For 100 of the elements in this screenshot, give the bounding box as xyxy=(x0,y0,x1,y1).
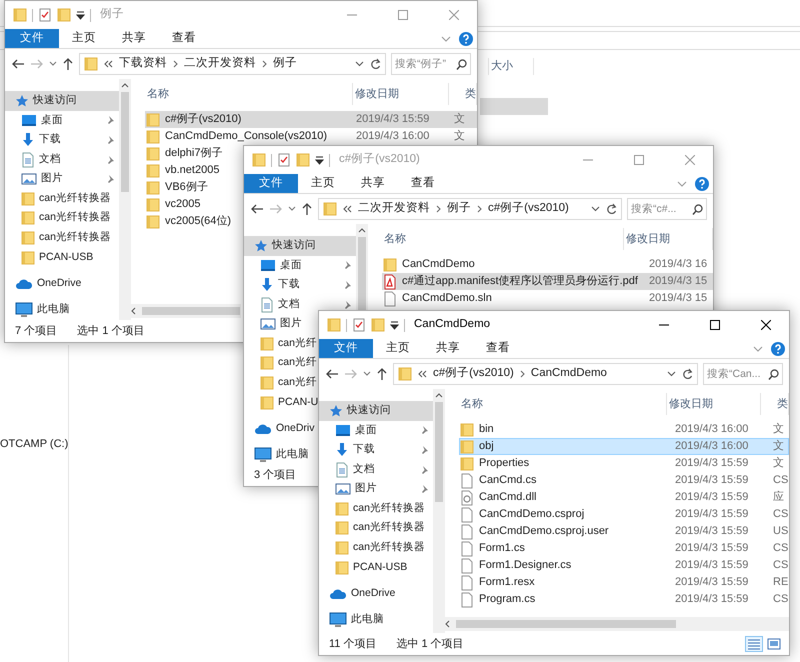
ribbon-tab[interactable]: 查看 xyxy=(473,339,523,358)
nav-item[interactable]: 桌面 xyxy=(319,420,433,440)
pin-icon[interactable] xyxy=(343,260,352,270)
file-row[interactable]: c#例子(vs2010) 2019/4/3 15:59 文 xyxy=(145,111,477,128)
scroll-up-icon[interactable] xyxy=(435,393,443,398)
nav-item[interactable]: 此电脑 xyxy=(319,610,386,630)
ribbon-tab[interactable]: 共享 xyxy=(109,29,159,48)
address-bar[interactable]: 二次开发资料 例子 c#例子(vs2010) xyxy=(318,198,622,220)
column-header[interactable]: 大小 xyxy=(488,58,534,74)
file-row[interactable]: obj 2019/4/3 16:00 文 xyxy=(459,438,789,455)
scroll-left-icon[interactable] xyxy=(131,307,136,315)
breadcrumb[interactable]: CanCmdDemo xyxy=(530,365,607,383)
dropdown-icon[interactable] xyxy=(591,206,600,212)
pin-icon[interactable] xyxy=(106,115,115,126)
file-row[interactable]: Program.cs 2019/4/3 15:59 CS xyxy=(459,591,789,608)
back-icon[interactable] xyxy=(325,368,339,380)
pin-icon[interactable] xyxy=(343,300,352,310)
column-header[interactable]: 修改日期 xyxy=(624,228,713,250)
large-icons-view-button[interactable] xyxy=(765,636,783,652)
up-icon[interactable] xyxy=(62,57,74,71)
nav-item[interactable]: 图片 xyxy=(244,314,304,334)
search-field[interactable]: 搜索“Can... xyxy=(703,363,783,385)
nav-item[interactable]: 快速访问 xyxy=(5,91,119,111)
ribbon-tab[interactable]: 主页 xyxy=(59,29,109,48)
properties-icon[interactable] xyxy=(38,7,52,23)
scrollbar[interactable] xyxy=(433,389,445,633)
breadcrumb[interactable]: 下载资料 xyxy=(119,55,167,73)
breadcrumb[interactable]: c#例子(vs2010) xyxy=(488,200,569,218)
column-header[interactable]: 名称 xyxy=(445,393,667,415)
nav-item[interactable]: PCAN-USB xyxy=(5,248,96,268)
file-row[interactable]: CanCmdDemo_Console(vs2010) 2019/4/3 16:00 文 xyxy=(145,128,477,145)
refresh-icon[interactable] xyxy=(682,368,693,380)
nav-item[interactable]: 图片 xyxy=(319,479,433,499)
pin-icon[interactable] xyxy=(106,154,115,165)
file-row[interactable]: vc2005 xyxy=(145,196,202,213)
scroll-up-icon[interactable] xyxy=(121,83,129,88)
caret-icon[interactable] xyxy=(315,154,324,166)
breadcrumb[interactable]: 二次开发资料 xyxy=(358,200,430,218)
file-row[interactable]: c#通过app.manifest使程序以管理员身份运行.pdf 2019/4/3 15 xyxy=(382,273,713,290)
ribbon-tab[interactable]: 主页 xyxy=(373,339,423,358)
pin-icon[interactable] xyxy=(420,484,429,494)
file-row[interactable]: vc2005(64位) xyxy=(145,213,232,230)
nav-item[interactable]: 桌面 xyxy=(5,110,119,130)
ribbon-tab[interactable]: 共享 xyxy=(423,339,473,358)
nav-item[interactable]: can光纤 xyxy=(244,334,319,354)
back-icon[interactable] xyxy=(250,203,264,215)
column-header[interactable]: 类 xyxy=(449,83,477,105)
column-header[interactable]: 名称 xyxy=(368,228,624,250)
column-header[interactable]: 类 xyxy=(761,393,789,415)
nav-item[interactable]: can光纤转换器 xyxy=(319,498,427,519)
nav-item[interactable]: 快速访问 xyxy=(244,236,356,256)
help-icon[interactable] xyxy=(459,32,473,46)
nav-item[interactable]: can光纤转换器 xyxy=(319,518,427,538)
file-row[interactable]: VB6例子 xyxy=(145,179,209,196)
scrollbar[interactable] xyxy=(445,617,789,631)
nav-item[interactable]: can光纤转换器 xyxy=(5,228,113,248)
file-row[interactable]: bin 2019/4/3 16:00 文 xyxy=(459,421,789,438)
details-view-button[interactable] xyxy=(745,636,763,652)
scroll-left-icon[interactable] xyxy=(445,620,450,628)
caret-icon[interactable] xyxy=(390,319,399,331)
pin-icon[interactable] xyxy=(420,425,429,436)
dropdown-icon[interactable] xyxy=(667,371,676,377)
file-row[interactable]: CanCmdDemo.csproj 2019/4/3 15:59 CS xyxy=(459,506,789,523)
expand-icon[interactable] xyxy=(677,180,687,188)
file-row[interactable]: CanCmd.cs 2019/4/3 15:59 CS xyxy=(459,472,789,489)
column-header[interactable]: 名称 xyxy=(131,83,353,105)
pin-icon[interactable] xyxy=(106,174,115,184)
search-icon[interactable] xyxy=(456,59,467,70)
nav-item[interactable]: can光纤 xyxy=(244,373,319,393)
overflow-icon[interactable] xyxy=(418,370,427,378)
breadcrumb[interactable]: c#例子(vs2010) xyxy=(433,365,514,383)
nav-item[interactable]: 图片 xyxy=(5,169,119,189)
help-icon[interactable] xyxy=(695,176,709,190)
breadcrumb[interactable]: 二次开发资料 xyxy=(184,55,256,73)
scroll-up-icon[interactable] xyxy=(358,228,366,233)
search-field[interactable]: 搜索“c#... xyxy=(627,198,707,220)
file-row[interactable]: Form1.Designer.cs 2019/4/3 15:59 CS xyxy=(459,557,789,574)
overflow-icon[interactable] xyxy=(104,60,113,68)
nav-item[interactable]: 文档 xyxy=(319,460,433,480)
file-row[interactable]: Form1.cs 2019/4/3 15:59 CS xyxy=(459,540,789,557)
up-icon[interactable] xyxy=(376,367,388,381)
overflow-icon[interactable] xyxy=(343,205,352,213)
ribbon-tab[interactable]: 查看 xyxy=(398,174,448,193)
dropdown-icon[interactable] xyxy=(288,206,296,212)
nav-item[interactable]: 此电脑 xyxy=(5,300,72,320)
address-bar[interactable]: 下载资料 二次开发资料 例子 xyxy=(79,53,386,75)
column-header[interactable]: 修改日期 xyxy=(667,393,761,415)
ribbon-tab[interactable]: 查看 xyxy=(159,29,209,48)
nav-item[interactable]: OneDrive xyxy=(5,274,84,294)
expand-icon[interactable] xyxy=(753,344,763,352)
file-row[interactable]: delphi7例子 xyxy=(145,145,224,162)
address-bar[interactable]: c#例子(vs2010) CanCmdDemo xyxy=(393,363,698,385)
search-icon[interactable] xyxy=(768,369,779,380)
nav-item[interactable]: can光纤转换器 xyxy=(319,538,427,558)
dropdown-icon[interactable] xyxy=(363,371,371,377)
file-row[interactable]: CanCmdDemo.csproj.user 2019/4/3 15:59 US xyxy=(459,523,789,540)
nav-item[interactable]: can光纤转换器 xyxy=(5,208,113,228)
nav-item[interactable]: PCAN-USB xyxy=(319,558,410,578)
column-header[interactable]: 修改日期 xyxy=(352,83,449,105)
nav-item[interactable]: OneDriv xyxy=(244,419,317,439)
